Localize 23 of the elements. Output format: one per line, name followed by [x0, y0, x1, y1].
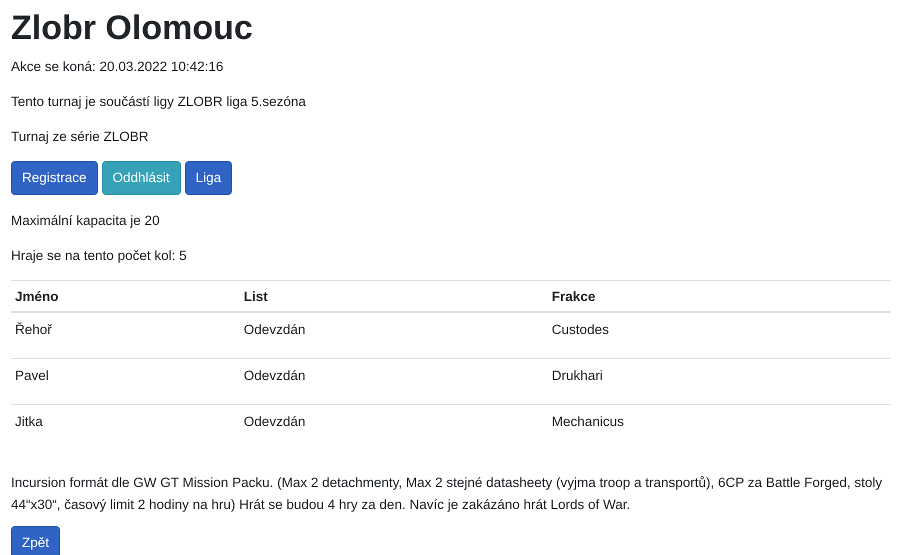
series-info: Turnaj ze série ZLOBR: [11, 128, 150, 146]
back-button[interactable]: Zpět: [11, 526, 60, 555]
action-button[interactable]: Registrace: [11, 161, 98, 195]
column-header: Frakce: [552, 289, 596, 304]
table-cell: Mechanicus: [552, 414, 624, 429]
page-title: Zlobr Olomouc: [11, 8, 254, 49]
table-cell: Odevzdán: [244, 368, 306, 383]
table-cell: Odevzdán: [244, 322, 306, 337]
table-cell: Jitka: [15, 414, 43, 429]
league-info: Tento turnaj je součástí ligy ZLOBR liga 5.sezóna: [11, 93, 307, 111]
rounds-info: Hraje se na tento počet kol: 5: [11, 247, 188, 265]
tournament-description: Incursion formát dle GW GT Mission Packu. (Max 2 detachmenty, Max 2 stejné datasheety (vyjma troop a transportů), 6CP za Battle Forged, stoly 44“x30“, časový limit 2 hodiny na hru) Hrát se budou 4 hry za den. Navíc je zakázáno hrát Lords of War.: [11, 474, 884, 514]
table-cell: Pavel: [15, 368, 49, 383]
capacity-info: Maximální kapacita je 20: [11, 212, 161, 230]
action-button[interactable]: Liga: [184, 161, 232, 195]
table-cell: Odevzdán: [244, 414, 306, 429]
table-cell: Drukhari: [552, 368, 603, 383]
column-header: List: [244, 289, 268, 304]
action-button[interactable]: Oddhlásit: [102, 161, 181, 195]
table-cell: Řehoř: [15, 322, 52, 337]
table-cell: Custodes: [552, 322, 609, 337]
event-date: Akce se koná: 20.03.2022 10:42:16: [11, 58, 224, 76]
column-header: Jméno: [15, 289, 59, 304]
